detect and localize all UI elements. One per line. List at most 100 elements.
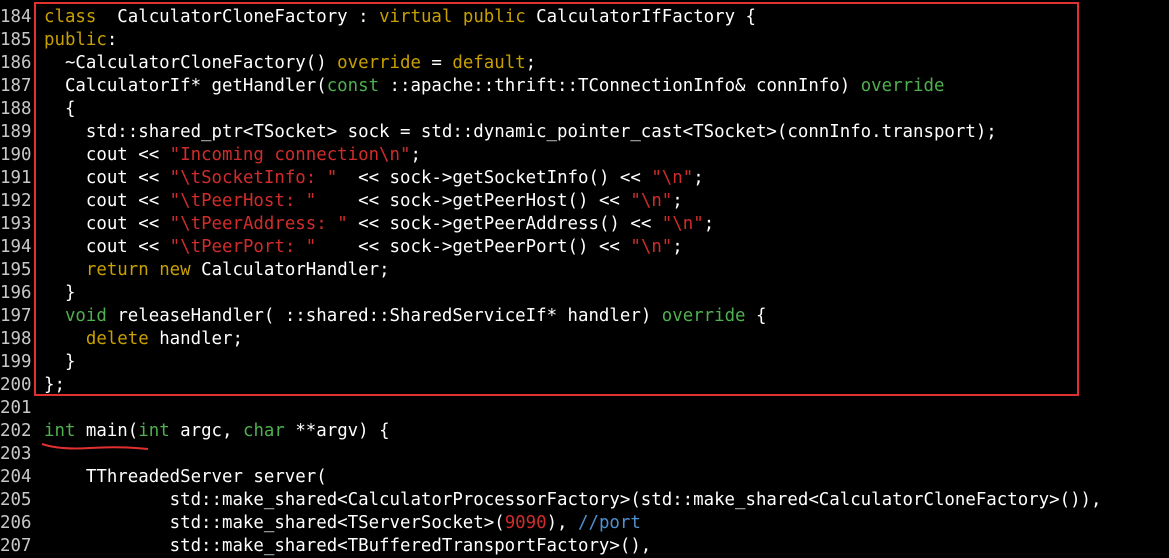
line-number: 198 [0,329,32,349]
code-token: char [242,421,285,441]
line-number: 201 [0,398,32,418]
code-text: class CalculatorCloneFactory : virtual p… [44,6,756,29]
code-token: cout << [44,191,170,211]
code-token: " [630,191,641,211]
code-token: cout << [44,145,170,165]
code-line[interactable]: 188 { [0,98,1169,121]
code-line[interactable]: 196 } [0,282,1169,305]
code-line[interactable]: 189 std::shared_ptr<TSocket> sock = std:… [0,121,1169,144]
line-number: 185 [0,30,32,50]
code-token: override [661,306,746,326]
line-number: 207 [0,536,32,556]
code-text: { [44,98,75,121]
code-token: 9090 [504,513,547,533]
code-token: \n [640,191,662,211]
code-text: std::make_shared<TBufferedTransportFacto… [44,535,652,558]
code-token: std::shared_ptr<TSocket> sock = std::dyn… [44,122,997,142]
code-line[interactable]: 185 public: [0,29,1169,52]
line-number: 202 [0,421,32,441]
code-line[interactable]: 204 TThreadedServer server( [0,466,1169,489]
code-token: " [661,214,673,234]
line-number: 192 [0,191,32,211]
code-token: << sock->getPeerHost() << [316,191,631,211]
code-token: PeerHost: " [201,191,317,211]
code-token: std::make_shared<TBufferedTransportFacto… [44,536,652,556]
code-token: CalculatorCloneFactory : [96,7,380,27]
line-number: 204 [0,467,32,487]
code-token: ~CalculatorCloneFactory() [44,53,338,73]
code-token: : [106,30,118,50]
code-line[interactable]: 202 int main(int argc, char **argv) { [0,420,1169,443]
code-line[interactable]: 201 [0,397,1169,420]
code-token: SocketInfo: " [201,168,338,188]
code-token: \t [180,214,202,234]
code-token: } [44,283,76,303]
code-line[interactable]: 197 void releaseHandler( ::shared::Share… [0,305,1169,328]
code-line[interactable]: 191 cout << "\tSocketInfo: " << sock->ge… [0,167,1169,190]
code-token: \t [180,237,202,257]
code-token: \n [640,237,662,257]
code-token: std::make_shared<TServerSocket>( [44,513,505,533]
code-token: = [420,53,453,73]
code-token: PeerPort: " [201,237,317,257]
code-token: cout << [44,214,170,234]
code-token: **argv) { [284,421,390,441]
code-text: cout << " \tPeerHost: " << sock->getPeerH… [44,190,683,213]
code-token: \t [180,191,202,211]
code-text: std::shared_ptr<TSocket> sock = std::dyn… [44,121,997,144]
code-text: std::make_shared<CalculatorProcessorFact… [44,489,1102,512]
code-token: CalculatorHandler; [190,260,390,280]
line-number: 189 [0,122,32,142]
line-number: 186 [0,53,32,73]
code-line[interactable]: 199 } [0,351,1169,374]
code-text: cout << "\tPeerAddress: " << sock->getPe… [44,213,714,236]
code-line[interactable]: 200}; [0,374,1169,397]
code-text: void releaseHandler( ::shared::SharedSer… [44,305,767,328]
code-token: class [44,7,97,27]
code-editor[interactable]: 184 class CalculatorCloneFactory : virtua… [0,0,1169,556]
code-token: releaseHandler( ::shared::SharedServiceI… [106,306,662,326]
code-token: "Incoming connection [169,145,380,165]
code-text: } [44,282,75,305]
code-token: int [138,421,170,441]
code-line[interactable]: 190 cout << "Incoming connection\n"; [0,144,1169,167]
code-line[interactable]: 195 return new CalculatorHandler; [0,259,1169,282]
code-token: public [44,30,107,50]
code-token: ; [672,191,683,211]
code-line[interactable]: 184 class CalculatorCloneFactory : virtua… [0,6,1169,29]
code-token: " [661,237,673,257]
code-token: \t [180,168,202,188]
code-token: \n [661,168,683,188]
code-token: " [169,237,181,257]
code-token: default [452,53,526,73]
code-text: }; [44,374,65,397]
line-number: 188 [0,99,32,119]
code-token: public [462,7,526,27]
code-line[interactable]: 203 [0,443,1169,466]
code-token: \n [379,145,400,165]
code-line[interactable]: 192 cout << " \tPeerHost: " << sock->getP… [0,190,1169,213]
code-token: delete [85,329,149,349]
line-number: 203 [0,444,32,464]
code-text: TThreadedServer server( [44,466,327,489]
code-token: CalculatorIfFactory { [525,7,757,27]
code-line[interactable]: 206 std::make_shared<TServerSocket>(9090… [0,512,1169,535]
code-token: << sock->getPeerPort() << [316,237,631,257]
line-number: 187 [0,76,32,96]
code-token: " [661,191,673,211]
line-number: 205 [0,490,32,510]
code-token: " [682,168,694,188]
code-line[interactable]: 187 CalculatorIf* getHandler(const ::apa… [0,75,1169,98]
code-token: const [326,76,380,96]
code-line[interactable]: 194 cout << "\tPeerPort: " << sock->getP… [0,236,1169,259]
code-token: CalculatorIf* getHandler( [44,76,327,96]
code-line[interactable]: 205 std::make_shared<CalculatorProcessor… [0,489,1169,512]
code-line[interactable]: 207 std::make_shared<TBufferedTransportF… [0,535,1169,558]
code-line[interactable]: 198 delete handler; [0,328,1169,351]
code-text: cout << "\tSocketInfo: " << sock->getSoc… [44,167,704,190]
code-line[interactable]: 186 ~CalculatorCloneFactory() override =… [0,52,1169,75]
code-token: } [44,352,76,372]
code-line[interactable]: 193 cout << "\tPeerAddress: " << sock->g… [0,213,1169,236]
code-token: " [651,168,662,188]
